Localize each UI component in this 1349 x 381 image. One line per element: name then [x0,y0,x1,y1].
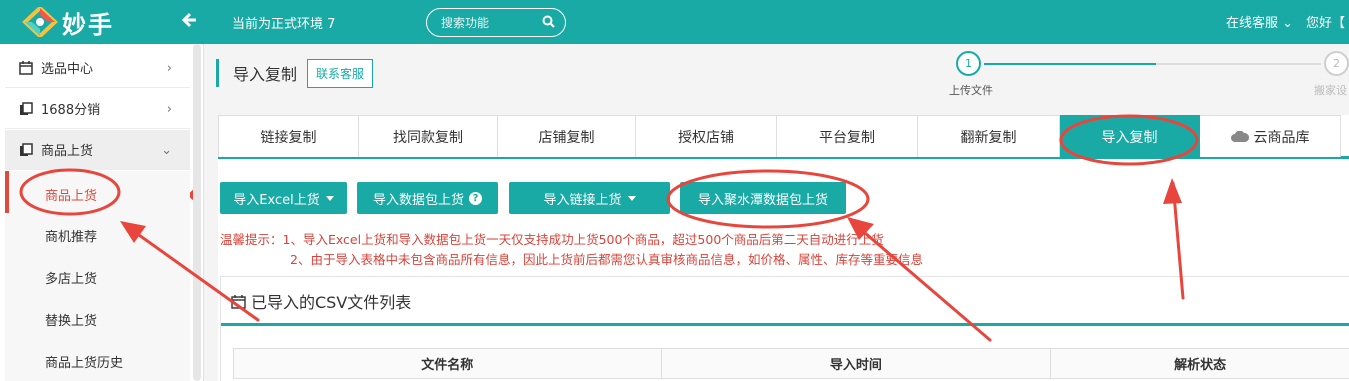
chevron-down-icon: ⌄ [161,143,172,158]
tab-authorized-store[interactable]: 授权店铺 [636,115,777,157]
tab-same-item-copy[interactable]: 找同款复制 [359,115,498,157]
search-icon[interactable] [542,15,555,28]
title-accent-bar [216,59,219,87]
csv-list-title: 已导入的CSV文件列表 [251,293,412,312]
tab-link-copy[interactable]: 链接复制 [218,115,359,157]
search-input[interactable] [441,9,537,36]
step-1-label: 上传文件 [949,84,993,97]
sidebar-item-1688-distribution[interactable]: 1688分销 › [5,89,190,129]
copy-icon [20,101,33,115]
column-header-file-name[interactable]: 文件名称 [233,348,662,379]
tab-bar: 链接复制 找同款复制 店铺复制 授权店铺 平台复制 翻新复制 导入复制 云商品库 [218,115,1349,159]
back-arrow-icon[interactable] [181,9,198,33]
table-header-row: 文件名称 导入时间 解析状态 [233,348,1349,379]
submenu-item-replace[interactable]: 替换上货 [45,310,97,329]
caret-down-icon [627,195,636,201]
sidebar-submenu: 商品上货 商机推荐 多店上货 替换上货 商品上货历史 [5,171,190,381]
sidebar-item-label: 1688分销 [41,103,101,118]
step-2-indicator: 2 [1324,51,1349,76]
section-divider [221,323,1349,326]
step-2-label: 搬家设 [1314,84,1347,97]
import-jushuitan-button[interactable]: 导入聚水潭数据包上货 [680,182,846,214]
logo-icon [22,7,58,37]
step-progress-line [984,63,1156,65]
submenu-item-opportunity[interactable]: 商机推荐 [45,226,97,245]
button-label: 导入数据包上货 [372,192,464,208]
contact-support-button[interactable]: 联系客服 [307,58,374,88]
tab-import-copy[interactable]: 导入复制 [1060,115,1200,157]
environment-label: 当前为正式环境 7 [232,17,336,32]
step-1-indicator: 1 [956,51,981,76]
column-header-parse-status[interactable]: 解析状态 [1050,348,1349,379]
sidebar-item-product-selection[interactable]: 选品中心 › [5,48,190,88]
import-excel-button[interactable]: 导入Excel上货 [220,182,347,214]
tab-cloud-library[interactable]: 云商品库 [1200,115,1341,157]
submenu-item-product-listing[interactable]: 商品上货 [45,185,97,204]
caret-down-icon [325,195,334,201]
question-icon[interactable]: ? [469,191,482,205]
csv-file-table: 文件名称 导入时间 解析状态 [233,348,1349,379]
user-greeting[interactable]: 您好【 [1306,12,1345,31]
logo[interactable]: 妙手 [22,5,114,39]
column-header-import-time[interactable]: 导入时间 [660,348,1052,379]
tab-platform-copy[interactable]: 平台复制 [777,115,918,157]
search-box[interactable] [426,8,566,37]
logo-text: 妙手 [62,10,114,39]
sidebar-item-label: 选品中心 [41,62,94,77]
calendar-icon [19,60,33,75]
sidebar-item-label: 商品上货 [41,144,94,159]
calendar-icon [231,294,246,309]
warning-tip-line-2: 2、由于导入表格中未包含商品所有信息，因此上货前后都需您认真审核商品信息，如价格… [290,252,923,267]
copy-icon [20,142,33,156]
submenu-item-multi-store[interactable]: 多店上货 [45,268,97,287]
page-header: 导入复制 联系客服 [216,58,374,88]
tab-refurbish-copy[interactable]: 翻新复制 [918,115,1060,157]
top-bar: 妙手 当前为正式环境 7 在线客服 ⌄ 您好【 [0,0,1349,44]
sidebar-item-product-listing[interactable]: 商品上货 ⌄ [5,130,190,170]
chevron-right-icon: › [166,61,172,76]
cloud-icon [1230,130,1249,142]
sidebar-scrollbar[interactable] [193,44,201,381]
page-title: 导入复制 [233,65,298,84]
tab-store-copy[interactable]: 店铺复制 [498,115,636,157]
import-package-button[interactable]: 导入数据包上货? [357,182,498,214]
submenu-item-history[interactable]: 商品上货历史 [45,352,123,371]
button-label: 导入Excel上货 [233,192,320,208]
csv-list-header: 已导入的CSV文件列表 [231,289,411,313]
tab-label: 云商品库 [1253,129,1310,146]
step-progress-line-pending [1156,63,1321,65]
csv-list-section: 已导入的CSV文件列表 文件名称 导入时间 解析状态 [220,276,1349,381]
warning-tip-line-1: 温馨提示：1、导入Excel上货和导入数据包上货一天仅支持成功上货500个商品，… [220,232,884,247]
sidebar: 选品中心 › 1688分销 › 商品上货 ⌄ 商品上货 商机推荐 多店上货 替换… [0,44,204,381]
button-label: 导入链接上货 [543,192,622,208]
online-service-dropdown[interactable]: 在线客服 ⌄ [1226,12,1293,31]
chevron-right-icon: › [166,102,172,117]
import-link-button[interactable]: 导入链接上货 [509,182,670,214]
active-indicator [5,171,9,213]
